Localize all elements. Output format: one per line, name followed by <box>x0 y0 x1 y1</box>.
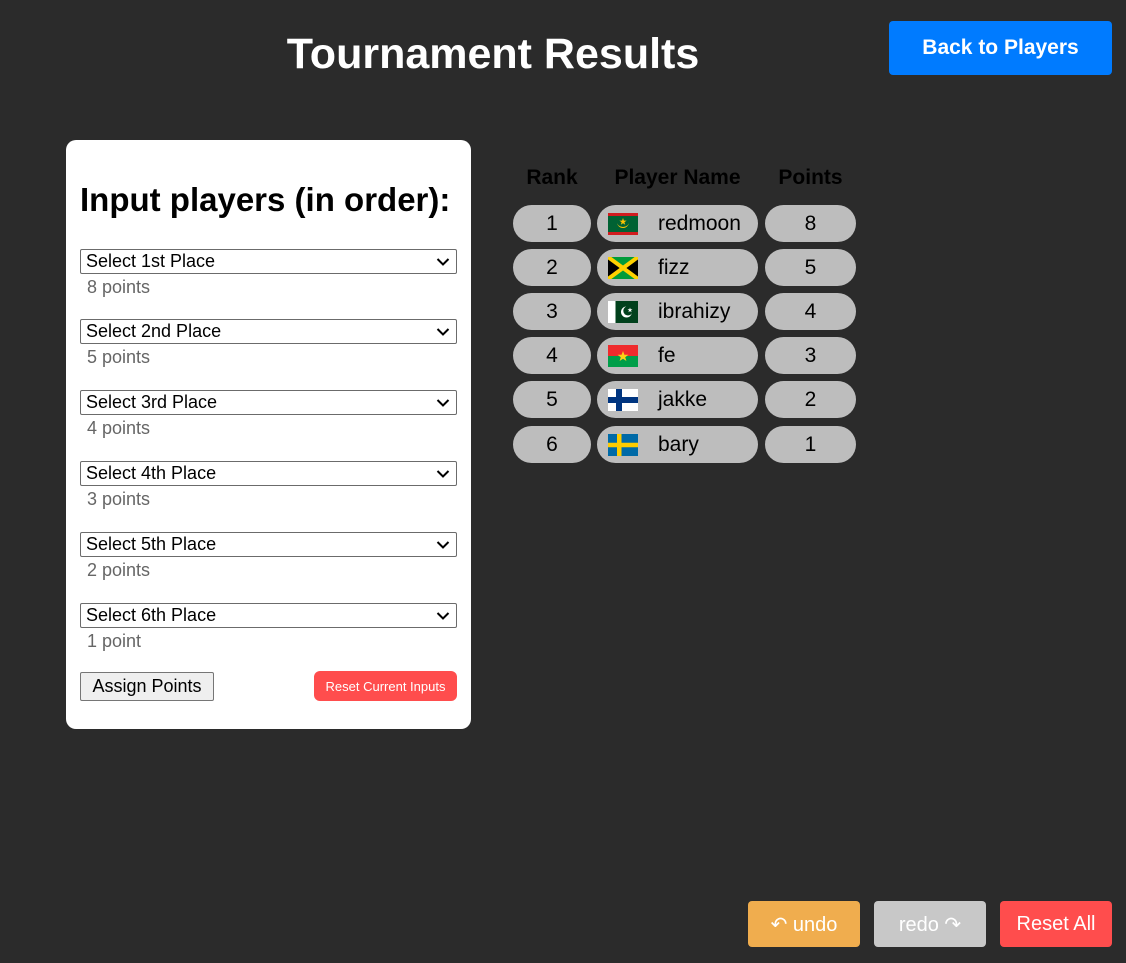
player-name: fe <box>658 344 676 367</box>
place-4-select[interactable]: Select 4th Place <box>80 461 457 486</box>
place-3-group: Select 3rd Place 4 points <box>80 390 457 439</box>
place-6-group: Select 6th Place 1 point <box>80 603 457 652</box>
place-1-group: Select 1st Place 8 points <box>80 249 457 298</box>
panel-heading: Input players (in order): <box>80 181 451 218</box>
place-4-group: Select 4th Place 3 points <box>80 461 457 510</box>
place-5-select[interactable]: Select 5th Place <box>80 532 457 557</box>
chevron-down-icon <box>436 540 450 549</box>
player-name-header: Player Name <box>614 166 741 189</box>
place-3-select[interactable]: Select 3rd Place <box>80 390 457 415</box>
place-5-select-label: Select 5th Place <box>86 534 217 554</box>
rank-header: Rank <box>526 166 578 189</box>
rank-cell: 1 <box>513 205 591 242</box>
place-1-select-label: Select 1st Place <box>86 251 216 271</box>
reset-current-inputs-button[interactable]: Reset Current Inputs <box>314 671 457 701</box>
points-cell: 8 <box>765 205 856 242</box>
rank-cell: 4 <box>513 337 591 374</box>
burkina-faso-flag-icon <box>608 344 638 367</box>
points-cell: 3 <box>765 337 856 374</box>
points-cell: 5 <box>765 249 856 286</box>
points-header: Points <box>778 166 843 189</box>
chevron-down-icon <box>436 611 450 620</box>
finland-flag-icon <box>608 388 638 411</box>
place-4-select-label: Select 4th Place <box>86 463 217 483</box>
player-name: jakke <box>658 388 708 411</box>
points-cell: 4 <box>765 293 856 330</box>
place-6-select-label: Select 6th Place <box>86 605 217 625</box>
player-name-cell: bary <box>597 426 758 463</box>
mauritania-flag-icon <box>608 212 638 235</box>
place-2-group: Select 2nd Place 5 points <box>80 319 457 368</box>
player-name: ibrahizy <box>658 300 731 323</box>
player-name: fizz <box>658 256 690 279</box>
back-to-players-button[interactable]: Back to Players <box>889 21 1112 75</box>
redo-button[interactable]: redo ↷ <box>874 901 986 947</box>
place-1-select[interactable]: Select 1st Place <box>80 249 457 274</box>
chevron-down-icon <box>436 257 450 266</box>
place-4-points: 3 points <box>87 489 151 509</box>
pakistan-flag-icon <box>608 300 638 323</box>
rank-cell: 6 <box>513 426 591 463</box>
place-6-select[interactable]: Select 6th Place <box>80 603 457 628</box>
reset-all-button[interactable]: Reset All <box>1000 901 1112 947</box>
page-title: Tournament Results <box>286 30 700 78</box>
place-1-points: 8 points <box>87 277 151 297</box>
player-name: redmoon <box>658 212 741 235</box>
player-name: bary <box>658 433 699 456</box>
chevron-down-icon <box>436 327 450 336</box>
place-5-group: Select 5th Place 2 points <box>80 532 457 581</box>
place-5-points: 2 points <box>87 560 151 580</box>
place-2-select[interactable]: Select 2nd Place <box>80 319 457 344</box>
place-2-select-label: Select 2nd Place <box>86 321 222 341</box>
place-2-points: 5 points <box>87 347 151 367</box>
player-name-cell: jakke <box>597 381 758 418</box>
points-cell: 1 <box>765 426 856 463</box>
player-name-cell: redmoon <box>597 205 758 242</box>
place-3-select-label: Select 3rd Place <box>86 392 218 412</box>
rank-cell: 3 <box>513 293 591 330</box>
place-3-points: 4 points <box>87 418 151 438</box>
chevron-down-icon <box>436 469 450 478</box>
rank-cell: 2 <box>513 249 591 286</box>
player-name-cell: ibrahizy <box>597 293 758 330</box>
chevron-down-icon <box>436 398 450 407</box>
player-name-cell: fe <box>597 337 758 374</box>
assign-points-button[interactable]: Assign Points <box>80 672 214 701</box>
place-6-points: 1 point <box>87 631 142 651</box>
player-name-cell: fizz <box>597 249 758 286</box>
input-players-panel: Input players (in order): Select 1st Pla… <box>66 140 471 729</box>
points-cell: 2 <box>765 381 856 418</box>
rank-cell: 5 <box>513 381 591 418</box>
undo-button[interactable]: ↶ undo <box>748 901 860 947</box>
jamaica-flag-icon <box>608 256 638 279</box>
sweden-flag-icon <box>608 433 638 456</box>
